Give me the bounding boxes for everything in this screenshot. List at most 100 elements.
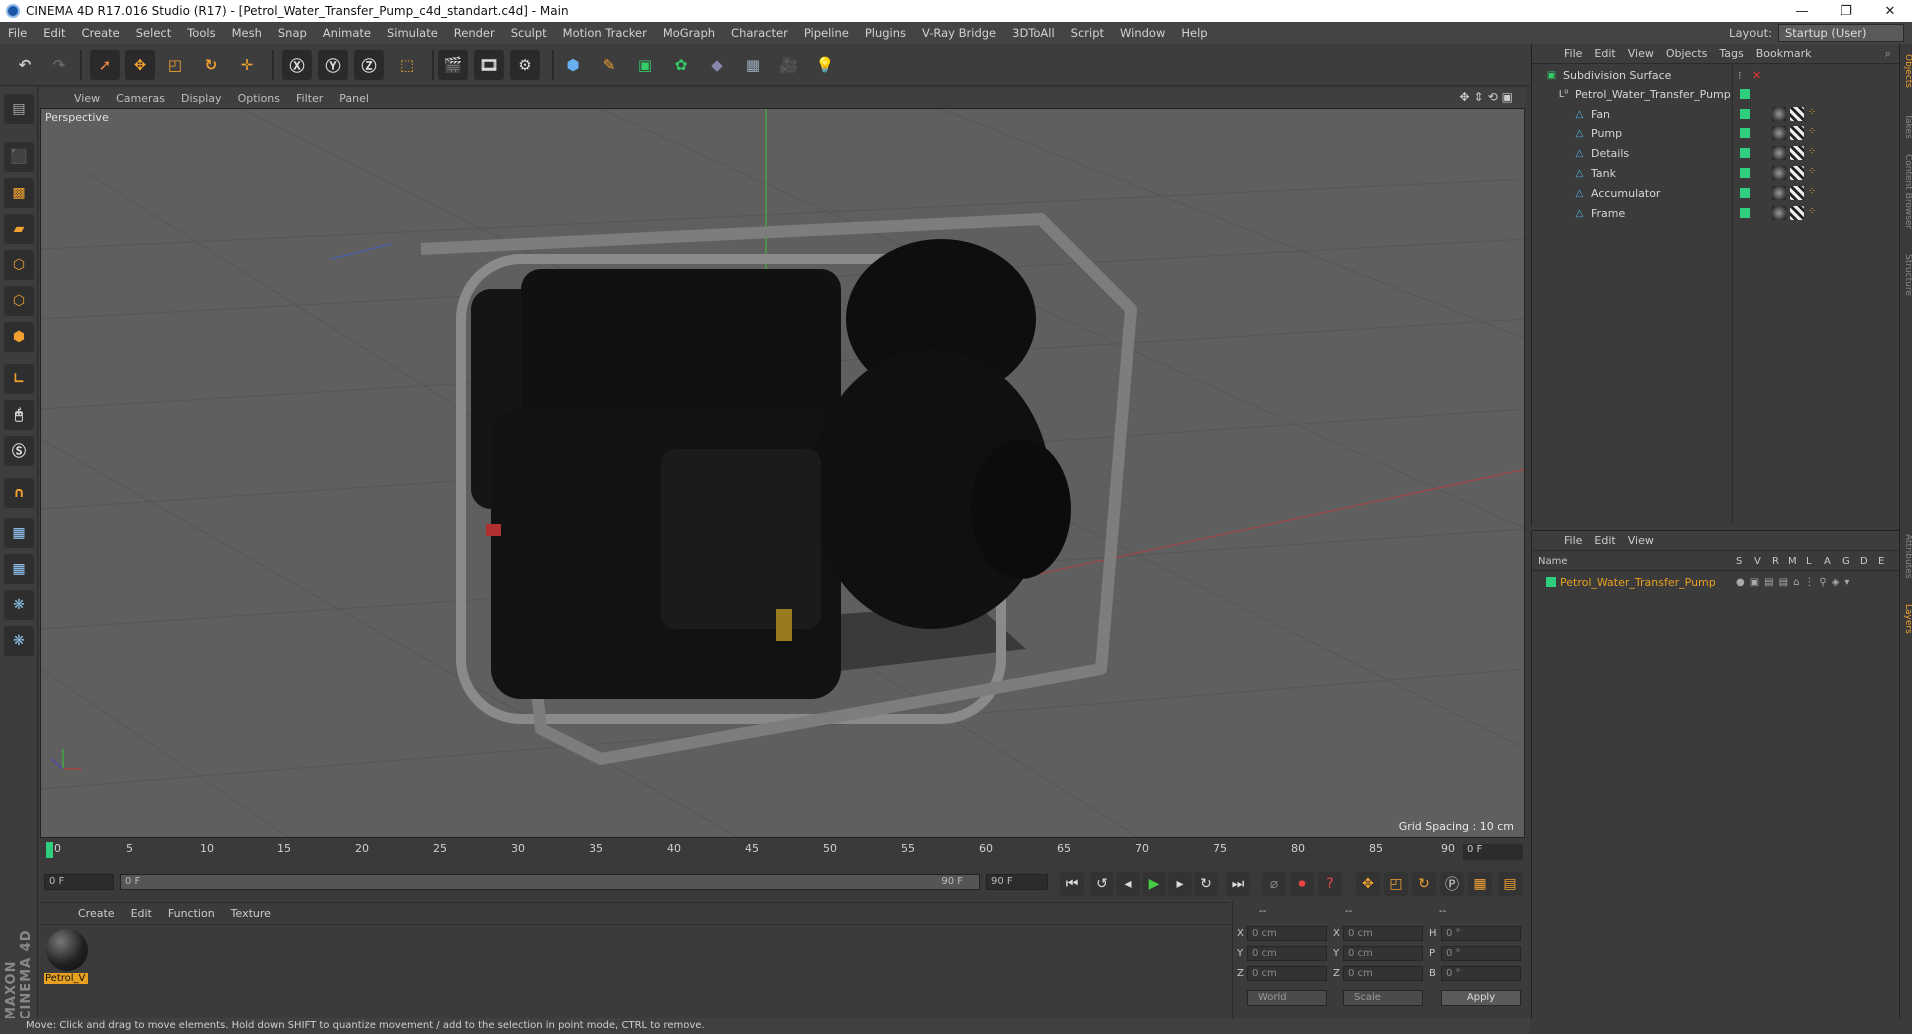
material-tag-icon[interactable] [1772,107,1786,121]
layers-menu-edit[interactable]: Edit [1588,534,1621,547]
size-z-field[interactable]: 0 cm [1343,966,1423,981]
phong-tag-icon[interactable]: ⁘ [1808,126,1822,140]
key-scale-icon[interactable]: ◰ [1384,872,1408,896]
objects-menu-view[interactable]: View [1622,47,1660,60]
menu-mesh[interactable]: Mesh [224,26,270,40]
objects-menu-objects[interactable]: Objects [1660,47,1714,60]
phong-tag-icon[interactable]: ⁘ [1808,166,1822,180]
texture-tag-icon[interactable] [1790,126,1804,140]
tab-takes[interactable]: Takes [1900,114,1912,139]
layer-col-manager[interactable]: M [1788,556,1797,567]
next-frame-icon[interactable]: ▸ [1168,872,1192,896]
layers-menu-file[interactable]: File [1558,534,1588,547]
viewport-menu-cameras[interactable]: Cameras [108,92,173,105]
layer-col-deformers[interactable]: D [1860,556,1868,567]
go-to-start-icon[interactable]: ⏮ [1060,872,1084,896]
planar-workplane-icon[interactable]: ▦ [4,554,34,584]
workplane-mode-icon[interactable]: ▰ [4,214,34,244]
key-pla-icon[interactable]: ▦ [1468,872,1492,896]
layer-col-generators[interactable]: G [1842,556,1850,567]
key-rotation-icon[interactable]: ↻ [1412,872,1436,896]
move-tool-icon[interactable]: ✥ [125,50,155,80]
pos-x-field[interactable]: 0 cm [1247,926,1327,941]
phong-tag-icon[interactable]: ⁘ [1808,146,1822,160]
layer-col-view[interactable]: V [1754,556,1761,567]
tab-structure[interactable]: Structure [1900,254,1912,296]
viewport-menu-filter[interactable]: Filter [288,92,331,105]
texture-tag-icon[interactable] [1790,206,1804,220]
objects-menu-edit[interactable]: Edit [1588,47,1621,60]
phong-tag-icon[interactable]: ⁘ [1808,206,1822,220]
next-key-icon[interactable]: ↻ [1194,872,1218,896]
minimize-button[interactable]: — [1780,0,1824,22]
viewport-menu-panel[interactable]: Panel [331,92,377,105]
motion-record-icon[interactable]: ⌀ [1262,872,1286,896]
layer-color-icon[interactable] [1740,89,1750,99]
solo-mode-icon[interactable]: Ⓢ [4,436,34,466]
object-row[interactable]: △ Fan ⁘ [1532,105,1900,123]
layers-menu-view[interactable]: View [1622,534,1660,547]
menu-tools[interactable]: Tools [179,26,223,40]
layer-color-swatch[interactable] [1546,577,1556,587]
perspective-viewport[interactable]: Perspective Grid Spacing : 10 cm [40,108,1525,838]
texture-tag-icon[interactable] [1790,166,1804,180]
menu-mograph[interactable]: MoGraph [655,26,723,40]
object-row[interactable]: △ Details ⁘ [1532,144,1900,162]
play-icon[interactable]: ▶ [1142,872,1166,896]
rotate-tool-icon[interactable]: ↻ [196,50,226,80]
tab-objects[interactable]: Objects [1900,54,1912,88]
menu-pipeline[interactable]: Pipeline [796,26,857,40]
coordinate-mode-dropdown[interactable]: World [1247,990,1327,1006]
layer-flag-icons[interactable]: ●▣▤▤⌂⋮⚲◈▾ [1736,577,1854,588]
texture-tag-icon[interactable] [1790,146,1804,160]
undo-icon[interactable]: ↶ [10,50,40,80]
layer-color-icon[interactable] [1740,208,1750,218]
menu-select[interactable]: Select [128,26,179,40]
menu-render[interactable]: Render [446,26,503,40]
workplane-lock-icon[interactable]: ▦ [4,518,34,548]
layer-col-expressions[interactable]: E [1878,556,1884,567]
layer-row[interactable]: Petrol_Water_Transfer_Pump ●▣▤▤⌂⋮⚲◈▾ [1532,573,1900,591]
objects-menu-tags[interactable]: Tags [1713,47,1749,60]
rot-h-field[interactable]: 0 ° [1441,926,1521,941]
material-tag-icon[interactable] [1772,126,1786,140]
python-script-icon[interactable]: ❋ [4,590,34,620]
layer-col-solo[interactable]: S [1736,556,1742,567]
scale-tool-icon[interactable]: ◰ [160,50,190,80]
menu-plugins[interactable]: Plugins [857,26,914,40]
material-tag-icon[interactable] [1772,166,1786,180]
camera-icon[interactable]: 🎥 [774,50,804,80]
object-row[interactable]: △ Accumulator ⁘ [1532,184,1900,202]
close-button[interactable]: ✕ [1868,0,1912,22]
points-mode-icon[interactable]: ⬡ [4,250,34,280]
restore-button[interactable]: ❐ [1824,0,1868,22]
menu-window[interactable]: Window [1112,26,1173,40]
layer-col-locked[interactable]: L [1806,556,1812,567]
layer-color-icon[interactable] [1740,168,1750,178]
z-axis-lock-icon[interactable]: Ⓩ [354,50,384,80]
layer-color-icon[interactable] [1740,128,1750,138]
material-menu-create[interactable]: Create [70,907,123,920]
object-row[interactable]: △ Pump ⁘ [1532,124,1900,142]
rot-p-field[interactable]: 0 ° [1441,946,1521,961]
menu-help[interactable]: Help [1173,26,1215,40]
menu-create[interactable]: Create [74,26,128,40]
phong-tag-icon[interactable]: ⁘ [1808,186,1822,200]
phong-tag-icon[interactable]: ⁘ [1808,107,1822,121]
visibility-dots-icon[interactable]: ⁝ [1738,69,1742,82]
objects-menu-bookmark[interactable]: Bookmark [1750,47,1818,60]
disabled-x-icon[interactable]: ✕ [1752,69,1761,82]
object-row[interactable]: L⁰ Petrol_Water_Transfer_Pump [1532,85,1900,103]
floor-environment-icon[interactable]: ▦ [738,50,768,80]
layer-col-animation[interactable]: A [1824,556,1831,567]
menu-simulate[interactable]: Simulate [379,26,446,40]
current-frame-field[interactable]: 0 F [1463,844,1523,860]
key-position-icon[interactable]: ✥ [1356,872,1380,896]
viewport-menu-display[interactable]: Display [173,92,230,105]
tab-layers[interactable]: Layers [1900,604,1912,634]
material-tag-icon[interactable] [1772,146,1786,160]
menu-animate[interactable]: Animate [315,26,379,40]
objects-menu-file[interactable]: File [1558,47,1588,60]
texture-mode-icon[interactable]: ▩ [4,178,34,208]
material-menu-function[interactable]: Function [160,907,223,920]
